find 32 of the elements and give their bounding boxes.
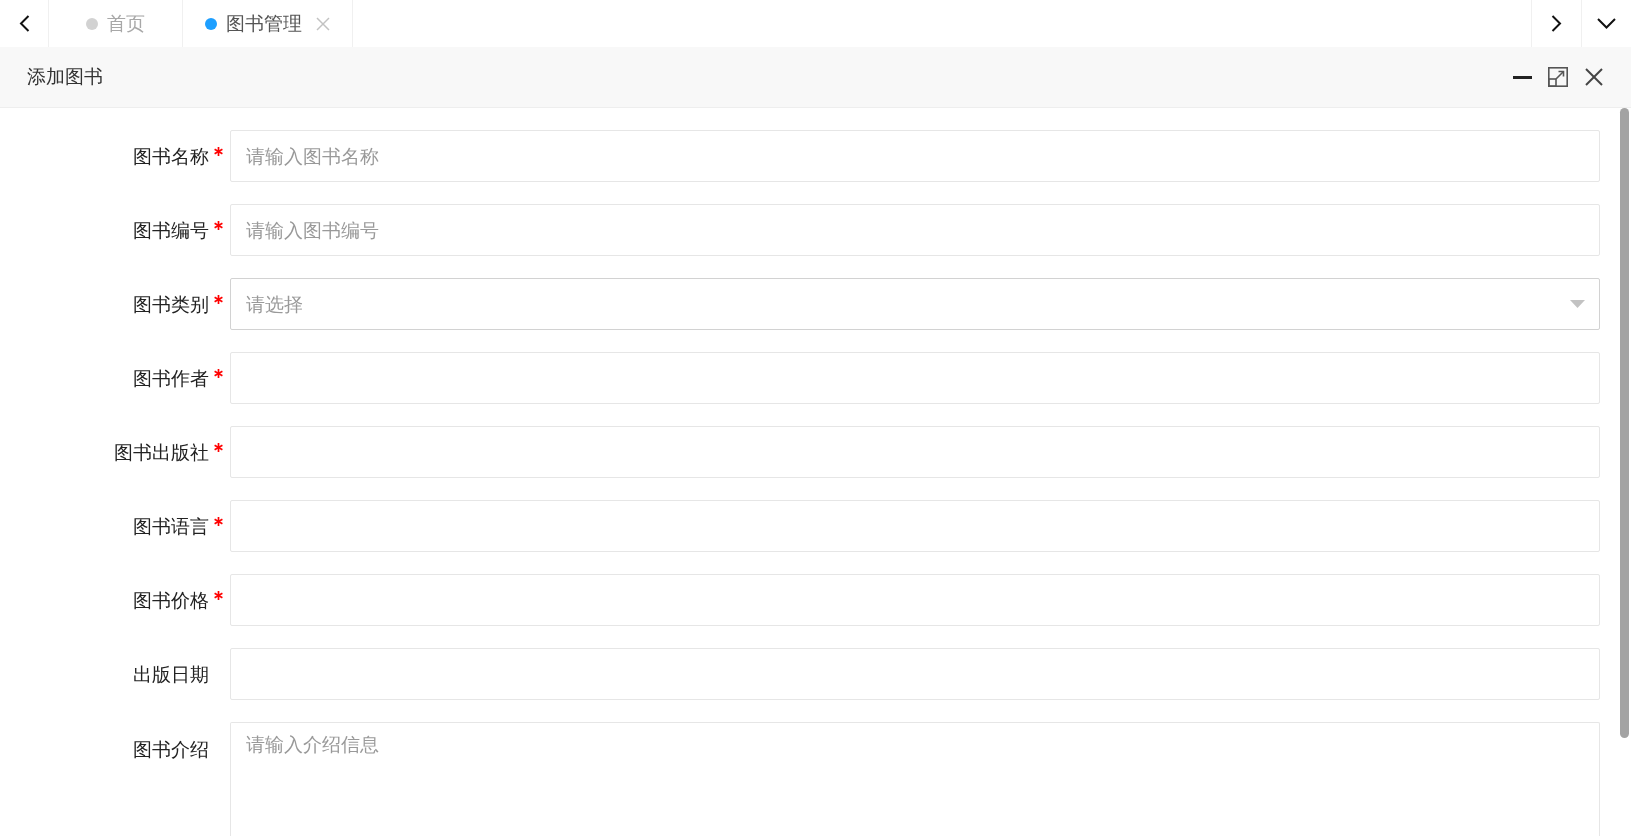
maximize-button[interactable] — [1548, 67, 1568, 87]
select-field[interactable]: 请选择 — [230, 278, 1600, 330]
text-input[interactable] — [230, 352, 1600, 404]
close-button[interactable] — [1584, 67, 1604, 87]
minimize-icon — [1512, 75, 1532, 79]
textarea-field[interactable]: 请输入介绍信息 — [230, 722, 1600, 836]
text-input[interactable] — [230, 500, 1600, 552]
field-label: 图书作者 — [133, 366, 209, 391]
chevron-down-icon — [1597, 18, 1616, 29]
chevron-left-icon — [18, 15, 30, 32]
field-label: 图书出版社 — [114, 440, 209, 465]
field-label: 图书名称 — [133, 144, 209, 169]
close-icon — [1585, 68, 1603, 86]
maximize-icon — [1548, 67, 1568, 87]
text-input[interactable] — [230, 426, 1600, 478]
field-label: 图书编号 — [133, 218, 209, 243]
field-label: 出版日期 — [133, 662, 209, 687]
text-input[interactable]: 请输入图书编号 — [230, 204, 1600, 256]
close-icon[interactable] — [316, 16, 330, 31]
chevron-right-icon — [1551, 15, 1562, 32]
status-dot-icon — [205, 17, 217, 30]
field-label: 图书介绍 — [133, 737, 209, 762]
field-label: 图书语言 — [133, 514, 209, 539]
status-dot-icon — [86, 17, 98, 30]
caret-down-icon — [1570, 300, 1585, 308]
field-label: 图书类别 — [133, 292, 209, 317]
text-input[interactable] — [230, 648, 1600, 700]
field-label: 图书价格 — [133, 588, 209, 613]
scrollbar-thumb[interactable] — [1620, 108, 1629, 738]
text-input[interactable]: 请输入图书名称 — [230, 130, 1600, 182]
dialog-title: 添加图书 — [27, 64, 104, 89]
text-input[interactable] — [230, 574, 1600, 626]
